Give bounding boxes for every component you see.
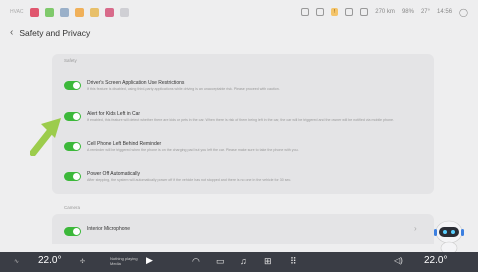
outside-temp: 27° (420, 9, 431, 15)
media-line2: Media (110, 261, 121, 267)
mail-app-icon[interactable] (104, 7, 114, 17)
setting-row-microphone[interactable]: Interior Microphone (64, 226, 424, 236)
status-left-apps: HVAC (10, 7, 129, 17)
back-arrow-icon[interactable]: ‹ (10, 28, 13, 38)
phone-reminder-toggle[interactable] (64, 142, 81, 151)
chevron-right-icon[interactable]: › (414, 224, 417, 233)
notice-badge[interactable]: ! (330, 8, 339, 16)
music-app-icon[interactable] (119, 7, 129, 17)
setting-desc: If this feature is disabled, using third… (87, 87, 280, 91)
section-label-safety: Safety (64, 58, 77, 63)
red-app-icon[interactable] (29, 7, 39, 17)
status-right: ! 270 km 98% 27° 14:56 ◯ (300, 8, 468, 17)
music-icon[interactable]: ♫ (240, 256, 247, 266)
signal-icon (360, 8, 369, 16)
setting-text: Alert for Kids Left in Car If enabled, t… (87, 111, 394, 123)
setting-title: Interior Microphone (87, 226, 131, 232)
setting-desc: If enabled, this feature will detect whe… (87, 118, 395, 122)
setting-title: Alert for Kids Left in Car (87, 111, 141, 117)
status-bar: HVAC ! 270 km 98% 27° 14:56 ◯ (0, 0, 478, 24)
user-icon[interactable]: ◯ (459, 8, 468, 17)
grid-app-icon[interactable] (59, 7, 69, 17)
screen-restrictions-toggle[interactable] (64, 81, 81, 90)
setting-row-phone-reminder: Cell Phone Left Behind Reminder A remind… (64, 141, 424, 153)
hvac-label: HVAC (10, 9, 24, 15)
play-icon[interactable]: ▶ (146, 255, 153, 266)
green-app-icon[interactable] (44, 7, 54, 17)
setting-text: Cell Phone Left Behind Reminder A remind… (87, 141, 299, 153)
setting-row-power-off: Power Off Automatically After stepping, … (64, 171, 424, 183)
setting-title: Power Off Automatically (87, 171, 140, 177)
fan-left-icon[interactable]: ✣ (80, 258, 85, 265)
microphone-toggle[interactable] (64, 227, 81, 236)
voice-assistant-robot-icon[interactable] (430, 218, 468, 254)
car-icon[interactable]: ▭ (216, 256, 225, 267)
pointer-arrow-icon (30, 118, 61, 156)
camera-status-icon (315, 8, 324, 16)
page-header: ‹ Safety and Privacy (10, 26, 90, 40)
seat-heat-left-icon[interactable]: ∿ (14, 258, 19, 265)
section-label-camera: Camera (64, 205, 81, 210)
setting-row-screen-restrictions: Driver's Screen Application Use Restrict… (64, 80, 424, 92)
setting-text: Interior Microphone (87, 226, 130, 232)
navigation-icon[interactable]: ◠ (192, 256, 200, 267)
battery-percent: 98% (401, 9, 414, 15)
bottom-dock: ∿ 22.0° ✣ Nothing playing Media ▶ ◠ ▭ ♫ … (0, 252, 478, 272)
image-app-icon[interactable] (89, 7, 99, 17)
temp-right[interactable]: 22.0° (424, 255, 447, 266)
orange-app-icon[interactable] (74, 7, 84, 17)
setting-title: Driver's Screen Application Use Restrict… (87, 80, 185, 86)
page-title: Safety and Privacy (19, 28, 91, 38)
setting-text: Driver's Screen Application Use Restrict… (87, 80, 280, 92)
apps-grid-icon[interactable]: ⠿ (290, 256, 297, 267)
media-info[interactable]: Nothing playing Media (110, 256, 138, 266)
power-off-toggle[interactable] (64, 172, 81, 181)
settings-status-icon (300, 8, 309, 16)
range-text: 270 km (375, 9, 395, 15)
setting-text: Power Off Automatically After stepping, … (87, 171, 291, 183)
app-store-icon[interactable]: ⊞ (264, 256, 272, 267)
setting-desc: After stepping, the system will automati… (87, 178, 292, 182)
temp-left[interactable]: 22.0° (38, 255, 61, 266)
clock: 14:56 (437, 9, 453, 15)
kids-alert-toggle[interactable] (64, 112, 81, 121)
setting-title: Cell Phone Left Behind Reminder (87, 141, 162, 147)
volume-icon[interactable]: ◁) (394, 256, 403, 265)
setting-row-kids-alert: Alert for Kids Left in Car If enabled, t… (64, 111, 424, 123)
bluetooth-icon (345, 8, 354, 16)
setting-desc: A reminder will be triggered when the ph… (87, 148, 299, 152)
